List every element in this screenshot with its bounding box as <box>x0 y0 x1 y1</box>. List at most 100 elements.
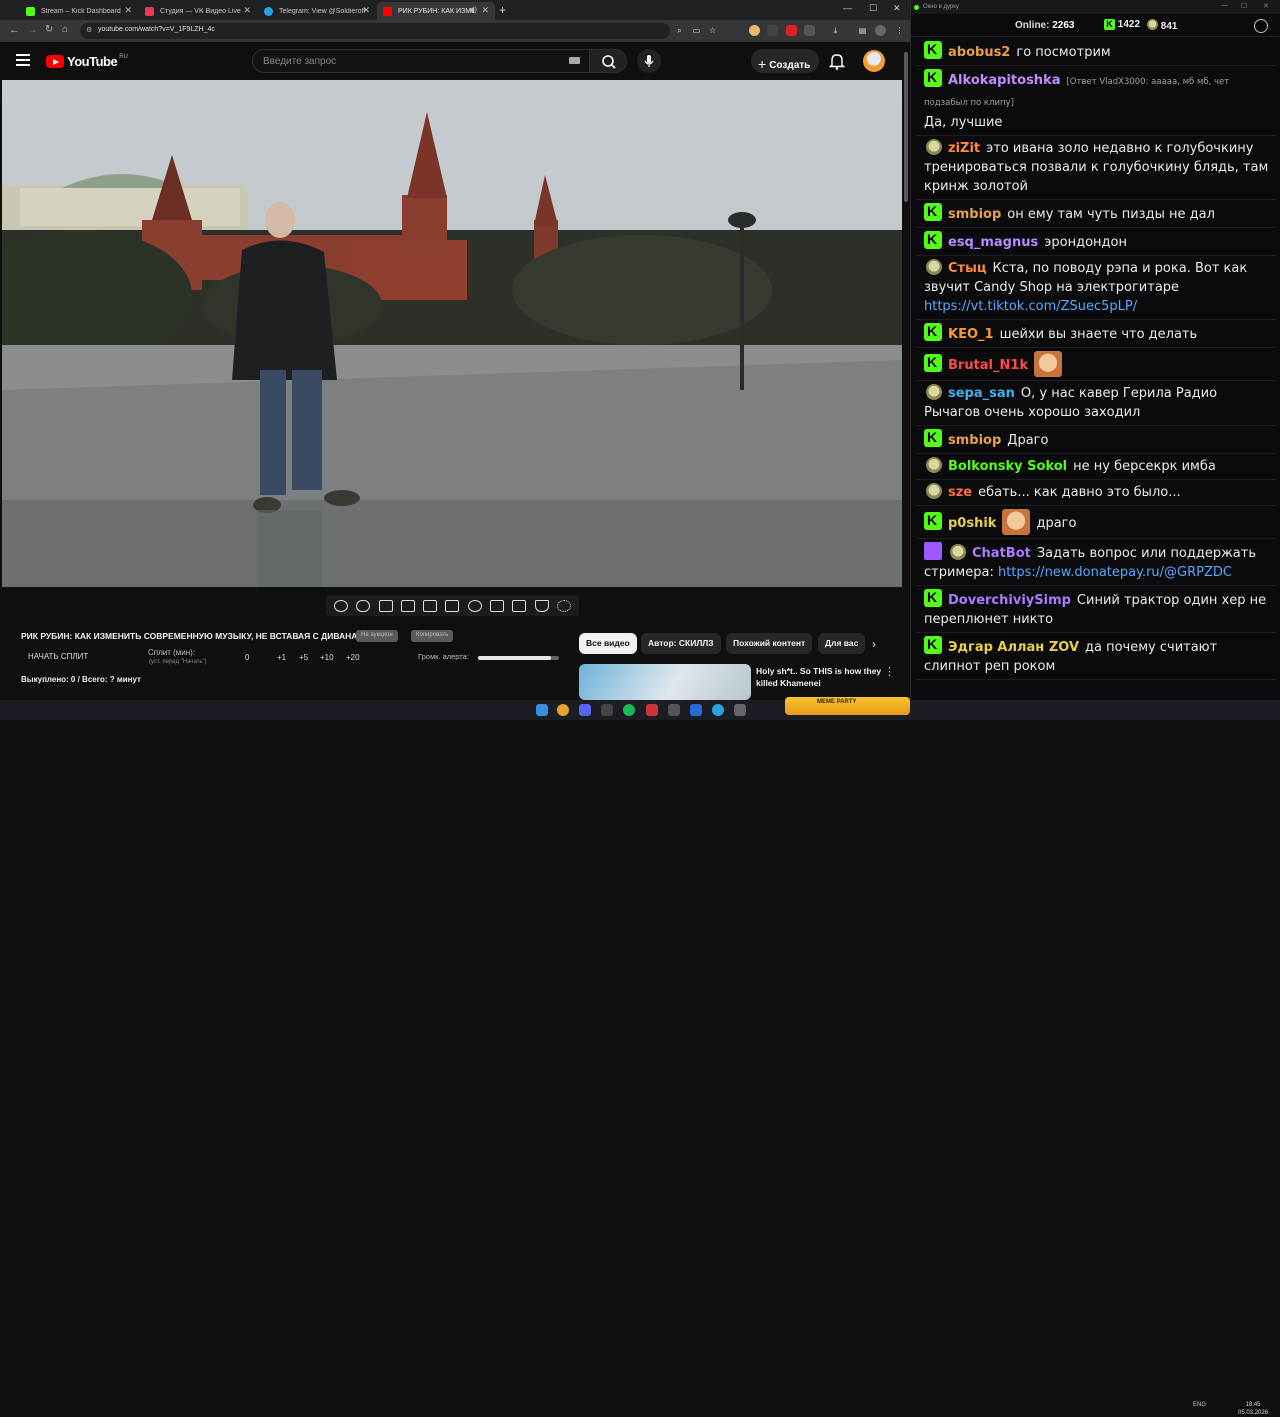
back-arrow-icon[interactable]: ← <box>9 24 20 36</box>
loop-icon[interactable] <box>334 599 349 612</box>
page-scrollbar[interactable] <box>902 42 910 700</box>
flask-icon[interactable] <box>534 599 549 612</box>
maximize-button[interactable]: ☐ <box>1241 2 1247 10</box>
system-tray[interactable]: ENG <box>1155 1402 1206 1408</box>
start-split-button[interactable]: НАЧАТЬ СПЛИТ <box>28 652 88 661</box>
speed-gauge-icon[interactable] <box>467 599 482 612</box>
chat-link[interactable]: https://new.donatepay.ru/@GRPZDC <box>998 565 1232 580</box>
add-5-button[interactable]: +5 <box>299 653 308 662</box>
chat-username[interactable]: Bolkonsky Sokol <box>948 459 1067 474</box>
add-10-button[interactable]: +10 <box>320 653 334 662</box>
youtube-logo[interactable]: YouTube RU <box>46 54 128 69</box>
audio-wave-icon[interactable] <box>356 599 371 612</box>
close-icon[interactable]: ✕ <box>481 5 489 16</box>
screenshot-camera-icon[interactable] <box>512 599 527 612</box>
extension-icon[interactable] <box>749 25 760 36</box>
chip-all-videos[interactable]: Все видео <box>579 633 637 654</box>
app-icon[interactable] <box>646 704 658 716</box>
chat-username[interactable]: Эдгар Аллан ZOV <box>948 640 1079 655</box>
steam-icon[interactable] <box>668 704 680 716</box>
chat-username[interactable]: KEO_1 <box>948 327 994 342</box>
close-icon[interactable]: ✕ <box>124 5 132 16</box>
watch-later-icon[interactable] <box>378 599 393 612</box>
extension-icon[interactable] <box>804 25 815 36</box>
more-actions-icon[interactable]: ⋮ <box>884 665 895 678</box>
settings-gear-icon[interactable] <box>1254 19 1268 33</box>
telegram-icon[interactable] <box>712 704 724 716</box>
alert-volume-slider[interactable] <box>478 656 559 660</box>
tab-telegram[interactable]: Telegram: View @Soldierofforte ✕ <box>258 2 376 20</box>
app-icon[interactable] <box>601 704 613 716</box>
extension-icon[interactable] <box>786 25 797 36</box>
reload-icon[interactable]: ↻ <box>45 24 53 35</box>
forward-arrow-icon[interactable]: → <box>27 24 38 36</box>
chat-username[interactable]: DoverchiviySimp <box>948 593 1071 608</box>
theater-icon[interactable] <box>445 599 460 612</box>
window-close-button[interactable]: ✕ <box>893 3 901 14</box>
chat-username[interactable]: ChatBot <box>972 546 1031 561</box>
extension-icon[interactable] <box>767 25 778 36</box>
recommendation-thumbnail[interactable] <box>579 664 751 700</box>
download-icon[interactable]: ⤓ <box>830 25 841 36</box>
chat-link[interactable]: https://vt.tiktok.com/ZSuec5pLP/ <box>924 299 1137 314</box>
create-button[interactable]: + Создать <box>751 49 819 73</box>
split-minutes-value[interactable]: 0 <box>245 653 249 662</box>
minimize-button[interactable]: — <box>1221 2 1228 9</box>
chat-username[interactable]: ziZit <box>948 141 980 156</box>
window-close-button[interactable]: ✕ <box>1263 2 1269 10</box>
new-tab-button[interactable]: + <box>499 3 506 17</box>
auction-button[interactable]: На аукцион <box>356 630 398 642</box>
recommendation-title[interactable]: Holy sh*t.. So THIS is how they killed K… <box>756 665 886 689</box>
notifications-bell-icon[interactable] <box>829 52 845 70</box>
chip-for-you[interactable]: Для вас <box>818 633 866 654</box>
add-1-button[interactable]: +1 <box>277 653 286 662</box>
picture-in-picture-icon[interactable] <box>423 599 438 612</box>
tab-youtube[interactable]: РИК РУБИН: КАК ИЗМЕНИТЬ ◀) ✕ <box>377 2 495 20</box>
video-player[interactable] <box>2 80 902 587</box>
search-button[interactable] <box>589 49 627 73</box>
language-indicator[interactable]: ENG <box>1193 1402 1206 1408</box>
more-menu-icon[interactable]: ⋮ <box>894 25 905 36</box>
chat-username[interactable]: p0shik <box>948 516 996 531</box>
discord-icon[interactable] <box>579 704 591 716</box>
chat-username[interactable]: abobus2 <box>948 45 1010 60</box>
scrollbar-thumb[interactable] <box>904 52 908 202</box>
keyboard-icon[interactable] <box>569 57 580 64</box>
media-player-icon[interactable] <box>690 704 702 716</box>
chip-related[interactable]: Похожий контент <box>726 633 813 654</box>
minimize-button[interactable]: — <box>843 3 852 13</box>
maximize-button[interactable]: ☐ <box>869 3 877 14</box>
bookmark-star-icon[interactable]: ☆ <box>707 25 718 36</box>
settings-gear-icon[interactable] <box>556 599 571 612</box>
film-icon[interactable] <box>400 599 415 612</box>
extensions-puzzle-icon[interactable]: ▤ <box>857 25 868 36</box>
chat-username[interactable]: Brutal_N1k <box>948 358 1028 373</box>
chip-author[interactable]: Автор: СКИЛЛЗ <box>641 633 721 654</box>
chat-username[interactable]: esq_magnus <box>948 235 1038 250</box>
chat-username[interactable]: sze <box>948 485 972 500</box>
close-icon[interactable]: ✕ <box>243 5 251 16</box>
url-field[interactable]: ⚙ youtube.com/watch?v=V_1F9LZH_4c <box>80 23 670 39</box>
audio-icon[interactable]: ◀) <box>468 5 477 14</box>
spotify-icon[interactable] <box>623 704 635 716</box>
add-20-button[interactable]: +20 <box>346 653 360 662</box>
app-icon[interactable] <box>734 704 746 716</box>
chat-username[interactable]: Alkokapitoshka <box>948 73 1060 88</box>
windows-start-icon[interactable] <box>536 704 548 716</box>
cast-icon[interactable]: ▭ <box>691 25 702 36</box>
clock[interactable]: 18:45 05.03.2026 <box>1238 1401 1268 1417</box>
chevron-right-icon[interactable]: › <box>872 637 876 651</box>
account-avatar[interactable] <box>863 50 885 72</box>
profile-icon[interactable] <box>875 25 886 36</box>
tab-vk-studio[interactable]: Студия — VK Видео Live ✕ <box>139 2 257 20</box>
home-icon[interactable]: ⌂ <box>62 24 68 35</box>
meme-party-widget[interactable]: MEME PARTY <box>785 697 910 715</box>
site-info-icon[interactable]: ⚙ <box>86 26 92 34</box>
close-icon[interactable]: ✕ <box>362 5 370 16</box>
chat-username[interactable]: smbiop <box>948 207 1001 222</box>
chat-username[interactable]: Стыц <box>948 261 986 276</box>
tab-kick-dashboard[interactable]: Stream – Kick Dashboard ✕ <box>20 2 138 20</box>
chat-username[interactable]: sepa_san <box>948 386 1015 401</box>
add-frame-icon[interactable] <box>489 599 504 612</box>
menu-icon[interactable] <box>16 54 30 66</box>
